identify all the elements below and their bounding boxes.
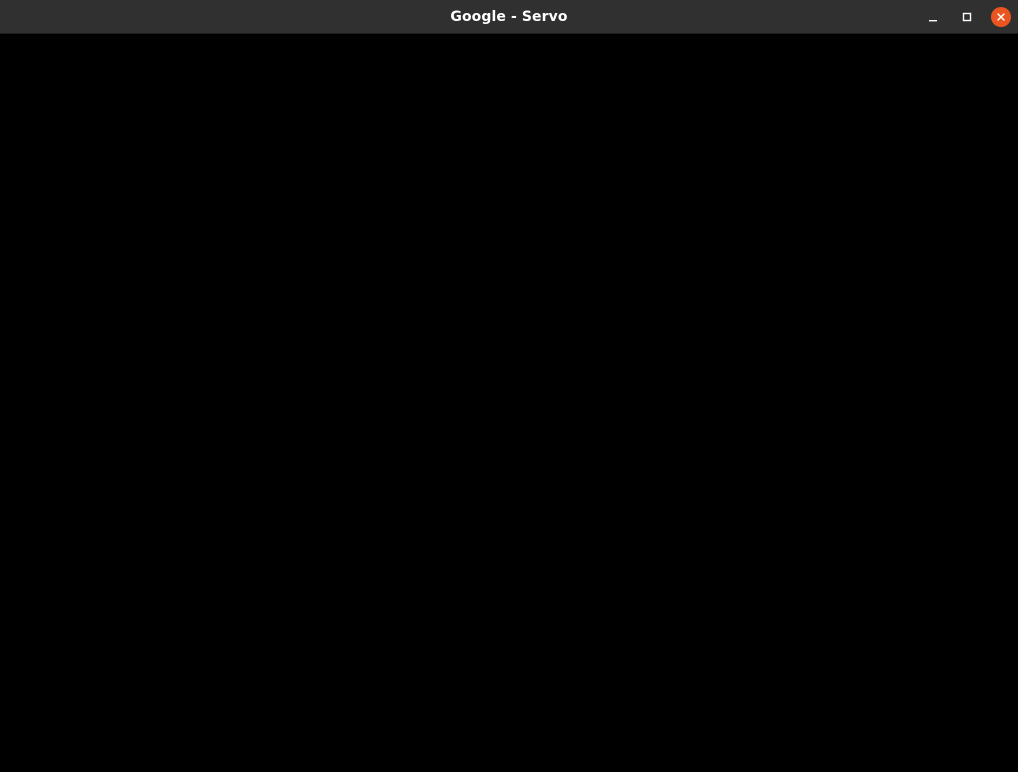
- minimize-button[interactable]: [916, 0, 950, 34]
- minimize-icon: [929, 20, 937, 22]
- title-bar[interactable]: Google - Servo: [0, 0, 1018, 34]
- web-content-area[interactable]: [0, 34, 1018, 772]
- window-title: Google - Servo: [450, 9, 568, 25]
- close-button[interactable]: [984, 0, 1018, 34]
- window-controls: [916, 0, 1018, 34]
- browser-window: Google - Servo: [0, 0, 1018, 772]
- close-icon: [997, 13, 1005, 21]
- maximize-icon: [962, 12, 972, 22]
- close-button-circle: [991, 7, 1011, 27]
- maximize-button[interactable]: [950, 0, 984, 34]
